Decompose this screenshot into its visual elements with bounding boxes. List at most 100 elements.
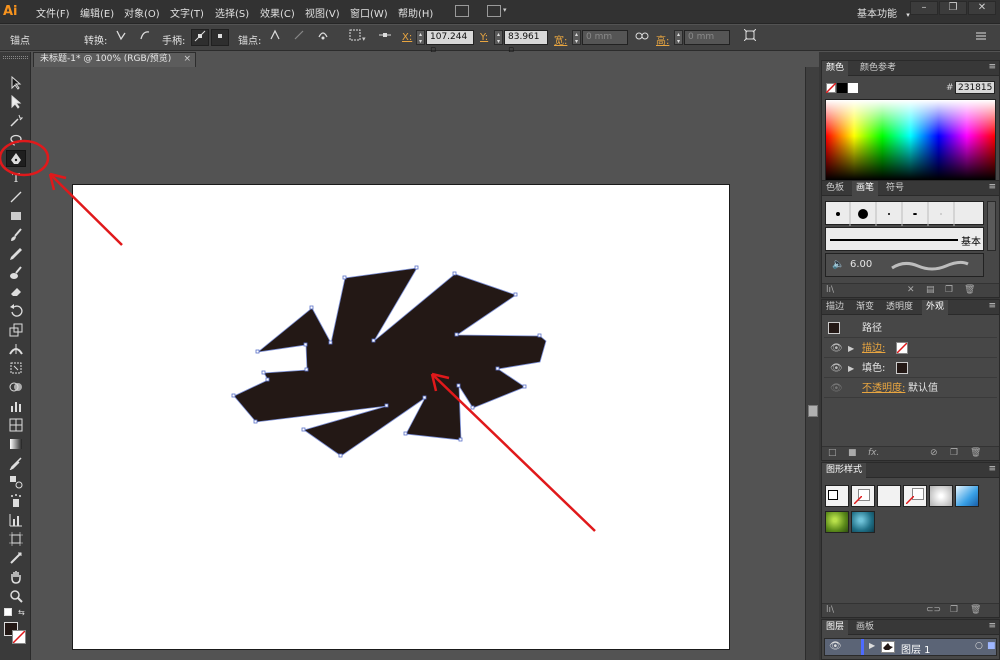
tab-artboards[interactable]: 画板 [852, 620, 878, 635]
expand-triangle-icon[interactable]: ▶ [848, 359, 854, 378]
fill-row-label: 填色: [862, 363, 886, 374]
appearance-panel-tabs: 描边 渐变 透明度 外观 ≡ [822, 300, 999, 315]
graphic-style-none-fill[interactable] [903, 485, 927, 507]
graphic-style-default[interactable] [825, 485, 849, 507]
path-title: 路径 [862, 323, 882, 334]
layer-name[interactable]: 图层 1 [901, 641, 931, 656]
annotation-arrow-pen-tool [48, 172, 123, 246]
graphic-styles-panel-footer: lı\ ⊂⊃ ❐ 🗑 [822, 603, 999, 617]
basic-brush-label: 基本 [961, 237, 981, 248]
layer-color-bar [861, 639, 864, 655]
graphic-style-blue-gradient[interactable] [955, 485, 979, 507]
panel-menu-icon[interactable]: ≡ [988, 301, 996, 311]
graphic-style-green-pattern[interactable] [825, 511, 849, 533]
appearance-stroke-row[interactable]: 👁 ▶ 描边: [824, 339, 997, 358]
panel-menu-icon[interactable]: ≡ [988, 182, 996, 192]
appearance-panel: 描边 渐变 透明度 外观 ≡ 路径 👁 ▶ 描边: 👁 ▶ 填色: 👁 不透明度… [821, 299, 1000, 461]
none-indicator-icon [906, 496, 914, 504]
annotation-arrow-shape [430, 372, 596, 532]
stroke-none-swatch[interactable] [896, 342, 908, 354]
delete-style-icon[interactable]: 🗑 [970, 605, 981, 615]
basic-brush-stroke [830, 239, 958, 241]
tab-appearance[interactable]: 外观 [922, 300, 949, 315]
tab-stroke[interactable]: 描边 [822, 300, 848, 315]
speaker-icon: 🔈 [832, 259, 845, 270]
brushes-panel-tabs: 色板 画笔 符号 ≡ [822, 181, 999, 196]
graphic-style-default-text[interactable] [851, 485, 875, 507]
fill-color-swatch[interactable] [896, 362, 908, 374]
hex-field[interactable]: 231815 [955, 81, 995, 94]
brush-library-icon[interactable]: lı\ [826, 285, 834, 295]
tab-color-guide[interactable]: 颜色参考 [856, 61, 900, 76]
appearance-panel-footer: □ ■ fx. ⊘ ❐ 🗑 [822, 446, 999, 460]
appearance-fill-row[interactable]: 👁 ▶ 填色: [824, 359, 997, 378]
graphic-style-shadow[interactable] [929, 485, 953, 507]
panel-menu-icon[interactable]: ≡ [988, 62, 996, 72]
illustrator-window: Ai 文件(F) 编辑(E) 对象(O) 文字(T) 选择(S) 效果(C) 视… [0, 0, 1000, 660]
layer-thumbnail [881, 641, 895, 653]
vertical-scrollbar[interactable] [805, 67, 819, 660]
tab-swatches[interactable]: 色板 [822, 181, 848, 196]
opacity-value: 默认值 [908, 383, 938, 394]
basic-brush-row[interactable]: 基本 [825, 227, 984, 251]
panel-dock: 颜色 颜色参考 ≡ # 231815 色板 画笔 符号 ≡ 基本 🔈 6.00 … [819, 52, 1000, 660]
remove-brush-stroke-icon[interactable]: ✕ [907, 285, 915, 295]
layer-target-icon[interactable]: ○ [975, 641, 983, 651]
layer-selection-indicator[interactable]: ■ [987, 641, 996, 651]
layer-row[interactable]: 👁 ▶ 图层 1 ○ ■ [824, 638, 997, 656]
tab-gradient[interactable]: 渐变 [852, 300, 878, 315]
layers-panel-tabs: 图层 画板 ≡ [822, 620, 999, 635]
eye-icon[interactable]: 👁 [829, 641, 842, 652]
eye-icon[interactable]: 👁 [830, 339, 843, 358]
delete-brush-icon[interactable]: 🗑 [964, 285, 975, 295]
style-library-icon[interactable]: lı\ [826, 605, 834, 615]
expand-triangle-icon[interactable]: ▶ [848, 339, 854, 358]
tab-layers[interactable]: 图层 [822, 620, 849, 635]
tab-transparency[interactable]: 透明度 [882, 300, 917, 315]
brush-tips-row[interactable] [825, 201, 984, 226]
expand-triangle-icon[interactable]: ▶ [869, 641, 875, 650]
color-spectrum[interactable] [825, 99, 996, 181]
brush-size-value: 6.00 [850, 259, 873, 270]
tab-color[interactable]: 颜色 [822, 61, 849, 76]
none-swatch[interactable] [826, 83, 836, 93]
scroll-thumb[interactable] [808, 405, 818, 417]
tab-symbols[interactable]: 符号 [882, 181, 908, 196]
add-stroke-icon[interactable]: □ [828, 448, 837, 458]
brush-options-icon[interactable]: ▤ [926, 285, 935, 295]
delete-item-icon[interactable]: 🗑 [970, 448, 981, 458]
brush-wave-preview [891, 260, 969, 271]
none-indicator-icon [854, 496, 862, 504]
path-thumbnail [828, 322, 840, 334]
duplicate-item-icon[interactable]: ❐ [950, 448, 958, 458]
color-panel: 颜色 颜色参考 ≡ # 231815 [821, 60, 1000, 184]
new-brush-icon[interactable]: ❐ [945, 285, 953, 295]
pen-tool-highlight-circle [0, 139, 50, 177]
appearance-opacity-row[interactable]: 👁 不透明度: 默认值 [824, 379, 997, 398]
black-swatch[interactable] [837, 83, 847, 93]
white-swatch[interactable] [848, 83, 858, 93]
stroke-row-label[interactable]: 描边: [862, 339, 885, 358]
brush-size-row[interactable]: 🔈 6.00 [825, 253, 984, 277]
eye-icon[interactable]: 👁 [830, 379, 843, 398]
graphic-style-teal-pattern[interactable] [851, 511, 875, 533]
opacity-label[interactable]: 不透明度: [862, 379, 905, 398]
layers-panel: 图层 画板 ≡ 👁 ▶ 图层 1 ○ ■ [821, 619, 1000, 660]
style-preview-square [828, 490, 838, 500]
panel-menu-icon[interactable]: ≡ [988, 464, 996, 474]
panel-menu-icon[interactable]: ≡ [988, 621, 996, 631]
new-style-icon[interactable]: ❐ [950, 605, 958, 615]
add-effect-button[interactable]: fx. [868, 448, 879, 458]
graphic-style-white[interactable] [877, 485, 901, 507]
appearance-path-row[interactable]: 路径 [824, 319, 997, 338]
brushes-panel: 色板 画笔 符号 ≡ 基本 🔈 6.00 lı\ ✕ ▤ ❐ 🗑 [821, 180, 1000, 298]
graphic-styles-panel-tabs: 图形样式 ≡ [822, 463, 999, 478]
brushes-scrollbar[interactable] [987, 201, 996, 251]
tab-brushes[interactable]: 画笔 [852, 181, 879, 196]
clear-appearance-icon[interactable]: ⊘ [930, 448, 938, 458]
star-shape[interactable] [233, 267, 547, 457]
break-link-icon[interactable]: ⊂⊃ [926, 605, 941, 615]
add-fill-icon[interactable]: ■ [848, 448, 857, 458]
tab-graphic-styles[interactable]: 图形样式 [822, 463, 867, 478]
eye-icon[interactable]: 👁 [830, 359, 843, 378]
